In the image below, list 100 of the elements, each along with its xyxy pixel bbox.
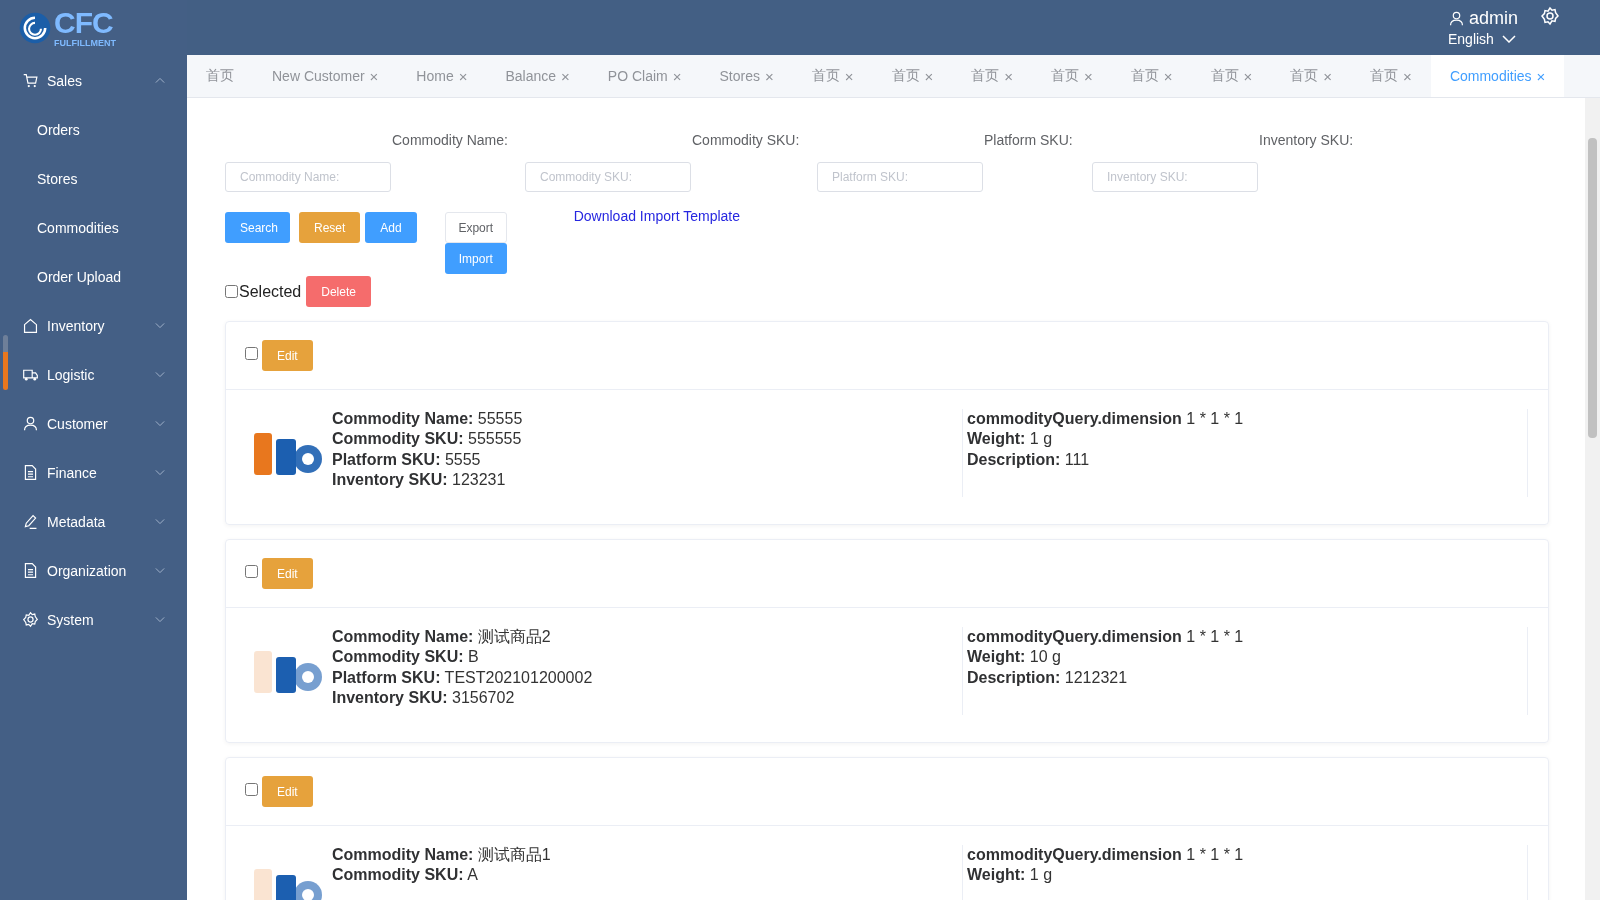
settings-icon[interactable]	[1540, 5, 1560, 26]
pen-icon	[22, 513, 39, 530]
user-name[interactable]: admin	[1468, 8, 1518, 29]
commodity-detail-line: commodityQuery.dimension 1 * 1 * 1	[967, 627, 1245, 647]
tab[interactable]: 首页 ×	[1271, 55, 1352, 97]
commodity-detail-line: commodityQuery.dimension 1 * 1 * 1	[967, 409, 1245, 429]
close-icon[interactable]: ×	[1004, 67, 1014, 85]
chevron-icon	[155, 420, 165, 427]
gear-icon	[22, 611, 39, 628]
delete-button[interactable]: Delete	[306, 276, 371, 307]
close-icon[interactable]: ×	[924, 67, 934, 85]
filter-input[interactable]: Inventory SKU:	[1092, 162, 1258, 192]
tab[interactable]: Balance ×	[486, 55, 589, 97]
commodity-detail-line: Commodity Name: 55555	[332, 409, 524, 429]
tab[interactable]: 首页 ×	[952, 55, 1033, 97]
edit-button[interactable]: Edit	[262, 558, 313, 589]
sidebar-menu-item[interactable]: Customer	[0, 399, 187, 448]
commodity-detail-line: Description: 111	[967, 449, 1091, 470]
sidebar-menu-item[interactable]: Organization	[0, 546, 187, 595]
commodity-detail-line: Description: 1212321	[967, 667, 1129, 688]
tab[interactable]: 首页 ×	[1032, 55, 1112, 97]
selected-label: Selected	[239, 282, 302, 301]
tab[interactable]: 首页 ×	[792, 55, 873, 97]
close-icon[interactable]: ×	[1403, 67, 1412, 85]
scrollbar[interactable]	[1585, 98, 1600, 900]
tab[interactable]: 首页	[187, 55, 253, 97]
sidebar-menu-item[interactable]: Sales	[0, 56, 187, 105]
close-icon[interactable]: ×	[1163, 67, 1173, 85]
document-icon	[22, 562, 39, 579]
person-icon	[22, 415, 39, 432]
chevron-icon	[155, 371, 165, 378]
filter-label: Commodity Name:	[391, 132, 509, 150]
close-icon[interactable]: ×	[1323, 67, 1333, 85]
chevron-icon	[155, 616, 165, 623]
tab[interactable]: 首页 ×	[1111, 55, 1192, 97]
logo-swirl-icon	[18, 11, 52, 45]
close-icon[interactable]: ×	[561, 67, 570, 85]
close-icon[interactable]: ×	[1243, 67, 1253, 85]
tab[interactable]: Home ×	[397, 55, 487, 97]
tab[interactable]: PO Claim ×	[588, 55, 701, 97]
sidebar-submenu-item[interactable]: Orders	[0, 105, 187, 154]
add-button[interactable]: Add	[365, 212, 417, 243]
chevron-icon	[155, 518, 165, 525]
search-button[interactable]: Search	[225, 212, 290, 243]
chevron-icon	[155, 77, 165, 84]
commodity-detail-line: Weight: 1 g	[967, 429, 1054, 450]
download-template-link[interactable]: Download Import Template	[573, 208, 740, 224]
commodity-detail-line: commodityQuery.dimension 1 * 1 * 1	[967, 845, 1245, 865]
commodity-detail-line: Commodity SKU: 555555	[332, 429, 523, 450]
filter-label: Commodity SKU:	[691, 132, 801, 150]
tab[interactable]: Commodities ×	[1430, 55, 1565, 97]
row-checkbox[interactable]	[245, 783, 258, 796]
close-icon[interactable]: ×	[458, 67, 468, 85]
close-icon[interactable]: ×	[765, 67, 774, 85]
commodity-detail-line: Commodity Name: 测试商品2	[332, 627, 552, 647]
close-icon[interactable]: ×	[672, 67, 682, 85]
tab[interactable]: New Customer ×	[253, 55, 398, 97]
filter-input[interactable]: Commodity Name:	[225, 162, 391, 192]
sidebar-submenu-item[interactable]: Stores	[0, 154, 187, 203]
edit-button[interactable]: Edit	[262, 340, 313, 371]
close-icon[interactable]: ×	[1536, 67, 1546, 85]
sidebar-menu-item[interactable]: Finance	[0, 448, 187, 497]
commodity-detail-line: Commodity SKU: A	[332, 865, 479, 886]
chevron-icon	[155, 469, 165, 476]
chevron-icon	[155, 322, 165, 329]
reset-button[interactable]: Reset	[299, 212, 361, 243]
select-all-checkbox[interactable]	[225, 285, 238, 298]
filter-input[interactable]: Platform SKU:	[817, 162, 983, 192]
logo-tagline: FULFILLMENT	[54, 39, 116, 48]
commodity-detail-line: Inventory SKU: 3156702	[332, 688, 516, 709]
chevron-icon	[155, 567, 165, 574]
sidebar-menu-item[interactable]: System	[0, 595, 187, 644]
tab[interactable]: Stores ×	[700, 55, 793, 97]
document-icon	[22, 464, 39, 481]
import-button[interactable]: Import	[444, 243, 507, 274]
commodity-detail-line: Commodity Name: 测试商品1	[332, 845, 552, 865]
commodity-detail-line: Platform SKU: TEST202101200002	[332, 667, 594, 688]
sidebar-menu-item[interactable]: Logistic	[0, 350, 187, 399]
commodity-detail-line: Weight: 10 g	[967, 647, 1062, 668]
row-checkbox[interactable]	[245, 565, 258, 578]
house-icon	[22, 317, 39, 334]
close-icon[interactable]: ×	[844, 67, 854, 85]
language-dropdown[interactable]: English	[1447, 31, 1560, 47]
tab[interactable]: 首页 ×	[1351, 55, 1431, 97]
filter-input[interactable]: Commodity SKU:	[525, 162, 691, 192]
filter-label: Inventory SKU:	[1258, 132, 1355, 150]
tab[interactable]: 首页 ×	[872, 55, 953, 97]
sidebar-submenu-item[interactable]: Order Upload	[0, 252, 187, 301]
close-icon[interactable]: ×	[369, 67, 379, 85]
close-icon[interactable]: ×	[1084, 67, 1093, 85]
row-checkbox[interactable]	[245, 347, 258, 360]
commodity-detail-line: Platform SKU: 5555	[332, 449, 482, 470]
sidebar-scrollbar[interactable]	[3, 335, 8, 390]
sidebar-menu-item[interactable]: Metadata	[0, 497, 187, 546]
sidebar-menu-item[interactable]: Inventory	[0, 301, 187, 350]
tab[interactable]: 首页 ×	[1191, 55, 1272, 97]
sidebar-submenu-item[interactable]: Commodities	[0, 203, 187, 252]
edit-button[interactable]: Edit	[262, 776, 313, 807]
export-button[interactable]: Export	[444, 212, 507, 243]
user-icon	[1447, 10, 1465, 27]
